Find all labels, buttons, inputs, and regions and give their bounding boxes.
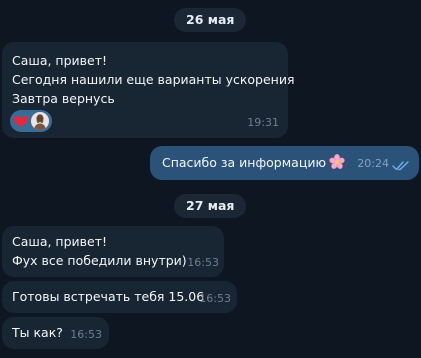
reactions-bar[interactable] (10, 110, 52, 132)
message-time: 16:53 (199, 292, 231, 305)
message-text-line: Саша, привет! (12, 234, 108, 249)
date-separator: 26 мая (174, 8, 247, 32)
message-bubble-incoming[interactable]: Готовы встречать тебя 15.06 16:53 (2, 281, 237, 313)
message-bubble-incoming[interactable]: Ты как? 16:53 (2, 317, 109, 349)
message-time: 20:24 (357, 157, 389, 170)
message-time: 16:53 (187, 256, 219, 269)
message-text-line: Фух все победили внутри) (12, 253, 187, 268)
message-text-line: Сегодня нашили еще варианты ускорения (12, 72, 295, 87)
message-bubble-incoming[interactable]: Саша, привет! Фух все победили внутри) 1… (2, 226, 224, 277)
message-text: Готовы встречать тебя 15.06 (12, 289, 205, 304)
message-bubble-outgoing[interactable]: Спасибо за информацию 20:24 (150, 146, 419, 180)
message-time: 16:53 (70, 328, 102, 341)
double-check-icon (392, 161, 409, 171)
cherry-blossom-icon (329, 153, 345, 169)
message-bubble-incoming[interactable]: Саша, привет! Сегодня нашили еще вариант… (2, 42, 295, 138)
message-text-line: Саша, привет! (12, 53, 108, 68)
user-avatar[interactable] (31, 112, 49, 130)
date-separator: 27 мая (174, 194, 247, 218)
message-text-line: Завтра вернусь (12, 91, 115, 106)
red-heart-icon[interactable] (13, 113, 29, 129)
message-time: 19:31 (247, 116, 279, 129)
chat-area[interactable]: 26 мая Саша, привет! Сегодня нашили еще … (0, 0, 421, 358)
